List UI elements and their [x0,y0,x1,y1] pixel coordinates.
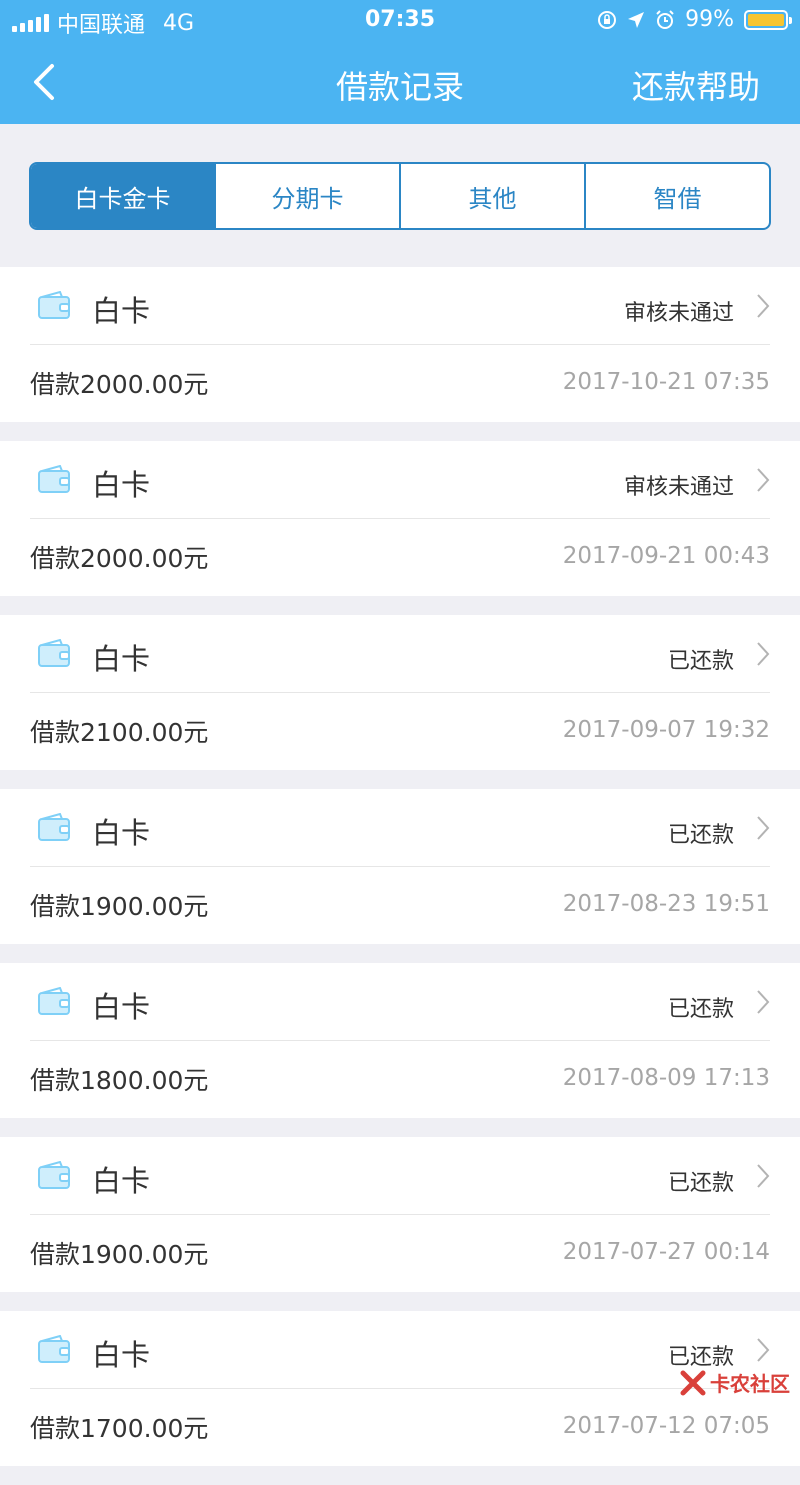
loan-amount: 借款1800.00元 [30,1066,209,1095]
loan-record[interactable]: 白卡 审核未通过 借款2000.00元 2017-09-21 00:43 [0,441,800,596]
location-icon [628,11,645,28]
loan-amount: 借款1700.00元 [30,1414,209,1443]
chevron-right-icon [757,816,770,840]
category-tabs: 白卡金卡 分期卡 其他 智借 [29,162,771,230]
wallet-icon [38,291,70,319]
alarm-icon [656,9,674,29]
repay-help-button[interactable]: 还款帮助 [632,62,760,108]
record-status: 审核未通过 [623,475,734,500]
loan-amount: 借款1900.00元 [30,1240,209,1269]
record-status: 已还款 [667,1345,734,1370]
loan-amount: 借款2100.00元 [30,718,209,747]
loan-amount: 借款2000.00元 [30,370,209,399]
wallet-icon [38,987,70,1015]
chevron-right-icon [757,1164,770,1188]
loan-amount: 借款2000.00元 [30,544,209,573]
wallet-icon [38,639,70,667]
tab-baika-jinka[interactable]: 白卡金卡 [31,164,214,228]
loan-date: 2017-07-12 07:05 [562,1413,770,1439]
orientation-lock-icon [598,10,617,29]
card-type: 白卡 [92,1164,151,1198]
card-type: 白卡 [92,816,151,850]
nav-bar: 借款记录 还款帮助 [0,40,800,124]
record-status: 已还款 [667,649,734,674]
card-type: 白卡 [92,642,151,676]
loan-date: 2017-08-23 19:51 [562,891,770,917]
loan-record[interactable]: 白卡 已还款 借款1900.00元 2017-08-23 19:51 [0,789,800,944]
status-bar: 中国联通 4G 07:35 99% [0,0,800,40]
chevron-right-icon [757,468,770,492]
record-status: 已还款 [667,823,734,848]
wallet-icon [38,1161,70,1189]
loan-record[interactable]: 白卡 已还款 借款1800.00元 2017-08-09 17:13 [0,963,800,1118]
chevron-right-icon [757,1338,770,1362]
chevron-right-icon [757,990,770,1014]
card-type: 白卡 [92,294,151,328]
record-status: 审核未通过 [623,301,734,326]
tab-smart-loan[interactable]: 智借 [584,164,769,228]
battery-percent: 99% [685,7,734,32]
record-status: 已还款 [667,1171,734,1196]
loan-date: 2017-09-21 00:43 [562,543,770,569]
chevron-right-icon [757,642,770,666]
tab-other[interactable]: 其他 [399,164,584,228]
loan-date: 2017-10-21 07:35 [562,369,770,395]
loan-record[interactable]: 白卡 审核未通过 借款2000.00元 2017-10-21 07:35 [0,267,800,422]
record-status: 已还款 [667,997,734,1022]
watermark-logo-icon [680,1370,706,1395]
watermark: 卡农社区 [680,1368,790,1397]
loan-record-list: 白卡 审核未通过 借款2000.00元 2017-10-21 07:35 白卡 … [0,267,800,1485]
loan-record[interactable]: 白卡 已还款 借款1900.00元 2017-07-27 00:14 [0,1137,800,1292]
card-type: 白卡 [92,1338,151,1372]
card-type: 白卡 [92,990,151,1024]
loan-date: 2017-07-27 00:14 [562,1239,770,1265]
chevron-right-icon [757,294,770,318]
wallet-icon [38,1335,70,1363]
card-type: 白卡 [92,468,151,502]
wallet-icon [38,813,70,841]
battery-icon [744,9,792,30]
loan-amount: 借款1900.00元 [30,892,209,921]
tab-installment-card[interactable]: 分期卡 [214,164,399,228]
loan-date: 2017-08-09 17:13 [562,1065,770,1091]
loan-date: 2017-09-07 19:32 [562,717,770,743]
watermark-text: 卡农社区 [710,1372,790,1396]
loan-record[interactable]: 白卡 已还款 借款2100.00元 2017-09-07 19:32 [0,615,800,770]
wallet-icon [38,465,70,493]
